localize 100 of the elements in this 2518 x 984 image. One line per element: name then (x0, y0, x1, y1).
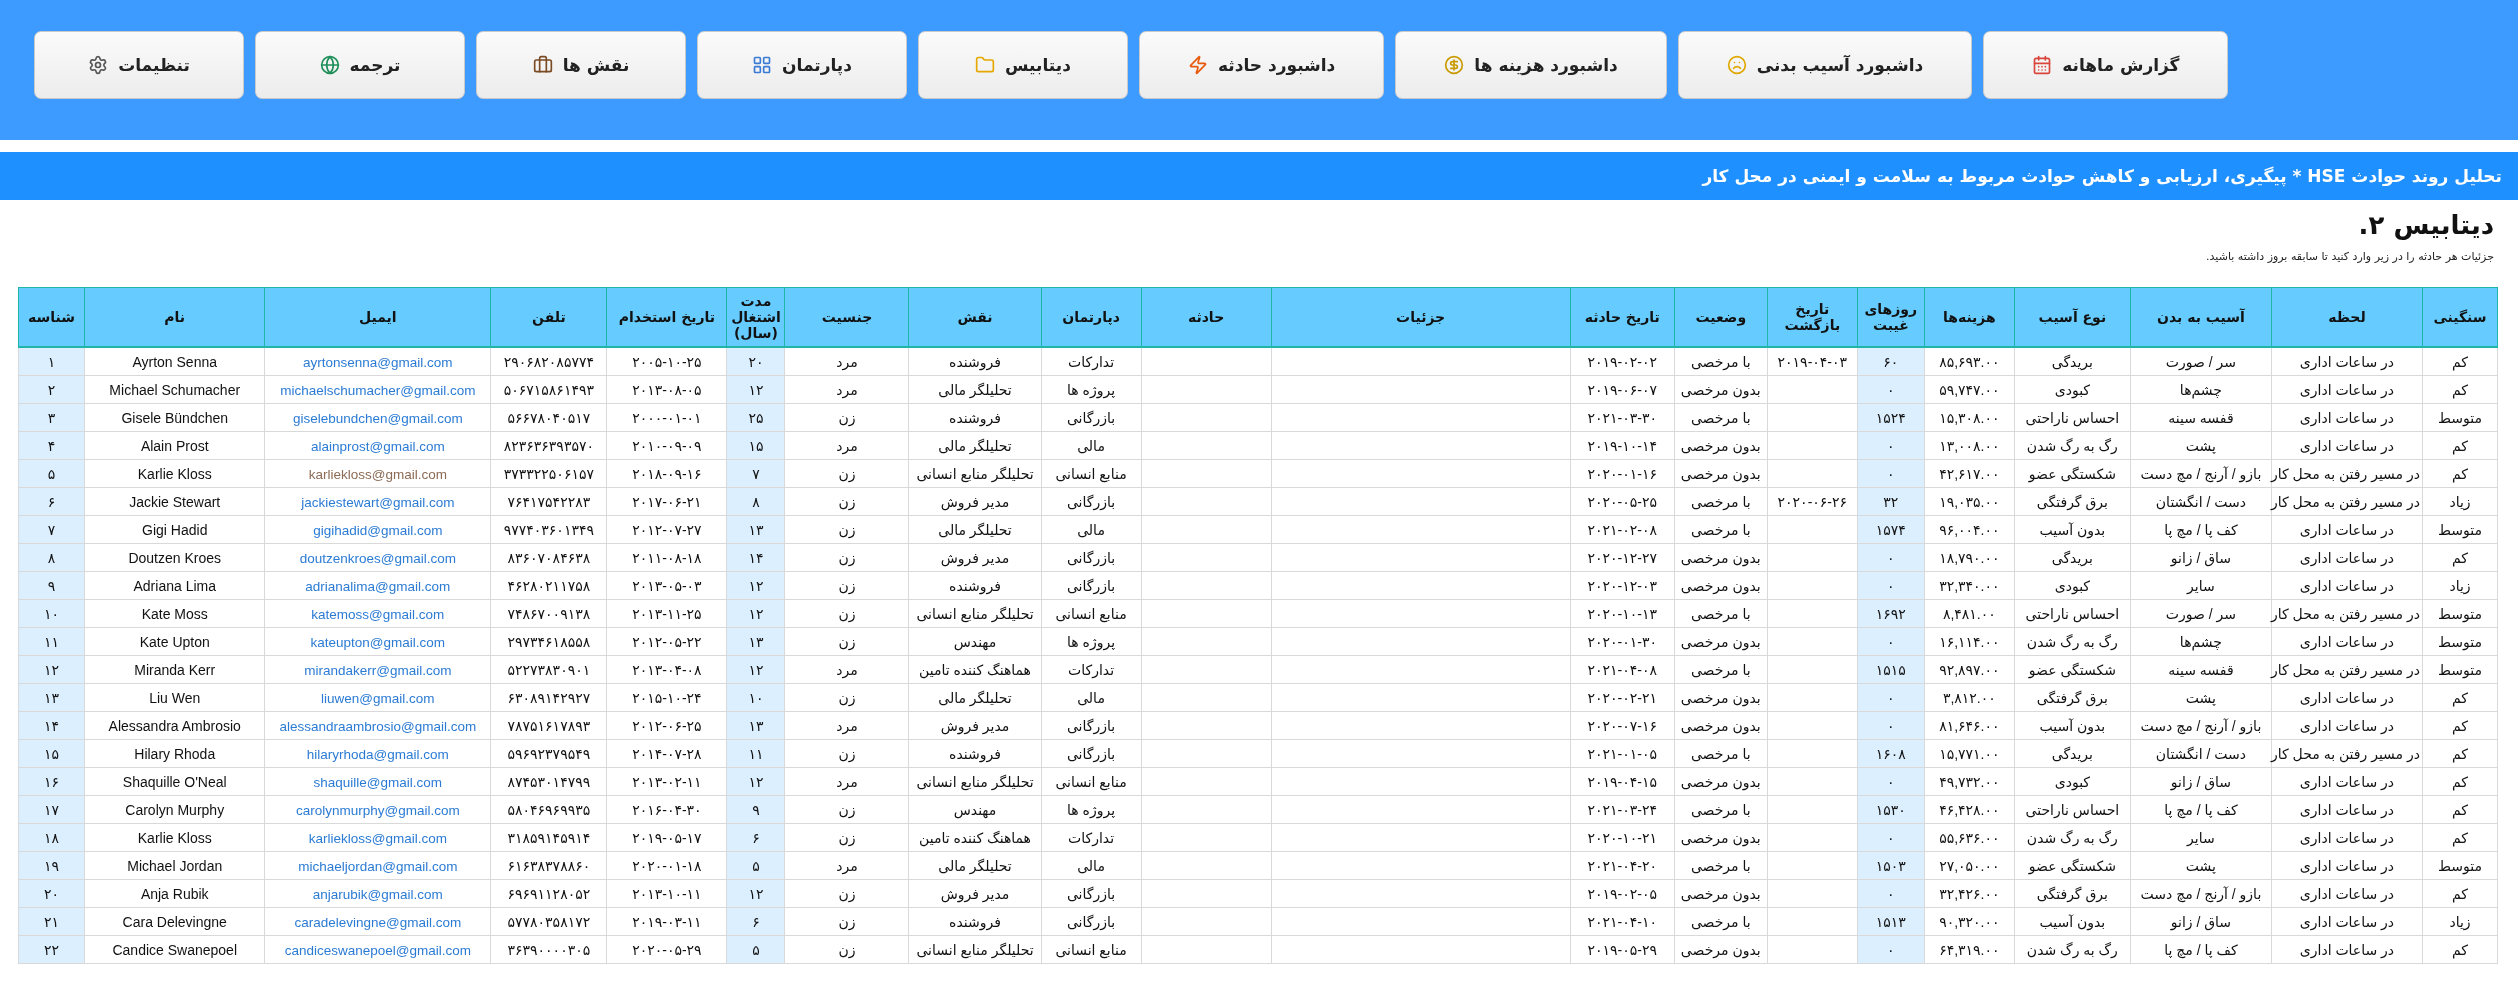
table-cell: Jackie Stewart (84, 487, 265, 516)
table-cell: ۴۶,۴۲۸.۰۰ (1924, 795, 2015, 824)
table-cell: منابع انسانی (1041, 459, 1142, 488)
table-cell: ۲۰۱۳-۱۰-۱۱ (606, 879, 727, 908)
table-cell: ۱۵۱۵ (1857, 655, 1925, 684)
table-cell: ۲۲ (18, 935, 85, 964)
table-cell: ۱۶,۱۱۴.۰۰ (1924, 627, 2015, 656)
table-cell: ۵۷۷۸۰۳۵۸۱۷۲ (490, 907, 607, 936)
table-cell: متوسط (2422, 599, 2498, 628)
table-cell: کم (2422, 683, 2498, 712)
table-cell: ۲۰۱۳-۰۵-۰۳ (606, 571, 727, 600)
table-cell: در ساعات اداری (2271, 515, 2423, 544)
table-cell: ۵ (726, 935, 785, 964)
table-cell: ۱۱ (18, 627, 85, 656)
table-cell: در ساعات اداری (2271, 627, 2423, 656)
table-cell: ۲۰۲۰-۱۲-۲۷ (1570, 543, 1675, 572)
table-cell: ۸,۴۸۱.۰۰ (1924, 599, 2015, 628)
table-cell: مرد (784, 767, 909, 796)
table-cell: سایر (2130, 823, 2272, 852)
column-header: وضعیت (1674, 287, 1768, 347)
table-cell: متوسط (2422, 515, 2498, 544)
table-cell: کم (2422, 767, 2498, 796)
table-cell: کم (2422, 347, 2498, 376)
table-cell: بدون مرخصی (1674, 571, 1768, 600)
table-cell: ۰ (1857, 459, 1925, 488)
table-cell: بریدگی (2014, 739, 2131, 768)
table-cell: مالی (1041, 683, 1142, 712)
dollar-coin-icon (1444, 55, 1465, 75)
table-cell: در ساعات اداری (2271, 767, 2423, 796)
table-cell: رگ به رگ شدن (2014, 935, 2131, 964)
table-cell: زن (784, 459, 909, 488)
nav-button[interactable]: داشبورد آسیب بدنی (1677, 31, 1973, 99)
nav-button[interactable]: دیتابیس (918, 31, 1128, 99)
table-cell: بازرگانی (1041, 711, 1142, 740)
table-cell: ۸۱,۶۴۶.۰۰ (1924, 711, 2015, 740)
table-cell: تحلیلگر مالی (909, 431, 1042, 460)
table-cell: Gigi Hadid (84, 515, 265, 544)
column-header: جنسیت (784, 287, 909, 347)
table-cell: کم (2422, 543, 2498, 572)
column-header: مدت اشتغال (سال) (726, 287, 785, 347)
nav-button[interactable]: دپارتمان (697, 31, 907, 99)
table-cell: ۲۰۱۹-۰۶-۰۷ (1570, 375, 1675, 404)
table-cell: ۲۰۱۰-۰۹-۰۹ (606, 431, 727, 460)
nav-button[interactable]: داشبورد هزینه ها (1395, 31, 1667, 99)
table-cell: ۲۰۱۳-۰۲-۱۱ (606, 767, 727, 796)
table-cell: ۲۰۲۰-۰۱-۱۶ (1570, 459, 1675, 488)
table-cell: با مرخصی (1674, 515, 1768, 544)
table-cell: مالی (1041, 851, 1142, 880)
table-cell: تدارکات (1041, 347, 1142, 376)
nav-button[interactable]: نقش ها (476, 31, 686, 99)
table-cell: ۵ (18, 459, 85, 488)
nav-button[interactable]: داشبورد حادثه (1139, 31, 1385, 99)
table-cell: ۰ (1857, 767, 1925, 796)
table-cell: قفسه سینه (2130, 655, 2272, 684)
nav-button[interactable]: ترجمه (255, 31, 465, 99)
table-cell: بریدگی (2014, 347, 2131, 376)
column-header: تاریخ بازگشت (1767, 287, 1858, 347)
table-cell: ۲۰۲۱-۰۴-۰۸ (1570, 655, 1675, 684)
table-cell: ۲۰۱۲-۰۵-۲۲ (606, 627, 727, 656)
table-cell: ۲۷,۰۵۰.۰۰ (1924, 851, 2015, 880)
table-cell: ۱۵۰۳ (1857, 851, 1925, 880)
table-cell: منابع انسانی (1041, 599, 1142, 628)
table-cell: ۱۷ (18, 795, 85, 824)
table-cell: بدون آسیب (2014, 907, 2131, 936)
table-cell: ساق / زانو (2130, 767, 2272, 796)
table-cell: ۲۰۱۲-۰۷-۲۷ (606, 515, 727, 544)
table-cell: تحلیلگر مالی (909, 683, 1042, 712)
table-cell: Alessandra Ambrosio (84, 711, 265, 740)
table-cell: مالی (1041, 431, 1142, 460)
table-cell: زن (784, 599, 909, 628)
table-cell: با مرخصی (1674, 739, 1768, 768)
table-cell: ۲۰۱۳-۰۸-۰۵ (606, 375, 727, 404)
table-cell: ۴۹,۷۳۲.۰۰ (1924, 767, 2015, 796)
table-cell: Doutzen Kroes (84, 543, 265, 572)
table-cell: ۱۰ (18, 599, 85, 628)
table-cell: ۲۰۲۱-۰۴-۲۰ (1570, 851, 1675, 880)
table-cell: رگ به رگ شدن (2014, 627, 2131, 656)
table-cell: ۱۶۹۲ (1857, 599, 1925, 628)
table-cell: تحلیلگر مالی (909, 375, 1042, 404)
table-cell: ۶۳۰۸۹۱۴۲۹۲۷ (490, 683, 607, 712)
table-cell: پشت (2130, 683, 2272, 712)
nav-button[interactable]: گزارش ماهانه (1983, 31, 2229, 99)
briefcase-icon (532, 55, 553, 75)
table-cell: پروژه ها (1041, 375, 1142, 404)
table-cell: ۶۴,۳۱۹.۰۰ (1924, 935, 2015, 964)
table-cell: زن (784, 515, 909, 544)
table-cell: ۰ (1857, 431, 1925, 460)
table-cell: ۰ (1857, 823, 1925, 852)
table-cell: ۱۵,۳۰۸.۰۰ (1924, 403, 2015, 432)
table-cell: ۱۶ (18, 767, 85, 796)
table-cell: زن (784, 627, 909, 656)
table-cell: ۲۰۱۳-۰۴-۰۸ (606, 655, 727, 684)
table-cell: ساق / زانو (2130, 543, 2272, 572)
table-cell: مرد (784, 711, 909, 740)
table-cell: ۲۰۱۹-۰۵-۱۷ (606, 823, 727, 852)
table-cell: در ساعات اداری (2271, 907, 2423, 936)
table-cell: ۱۹,۰۳۵.۰۰ (1924, 487, 2015, 516)
nav-button[interactable]: تنظیمات (34, 31, 244, 99)
page-title: دیتابیس ۲. (2357, 209, 2495, 240)
table-cell: فروشنده (909, 739, 1042, 768)
